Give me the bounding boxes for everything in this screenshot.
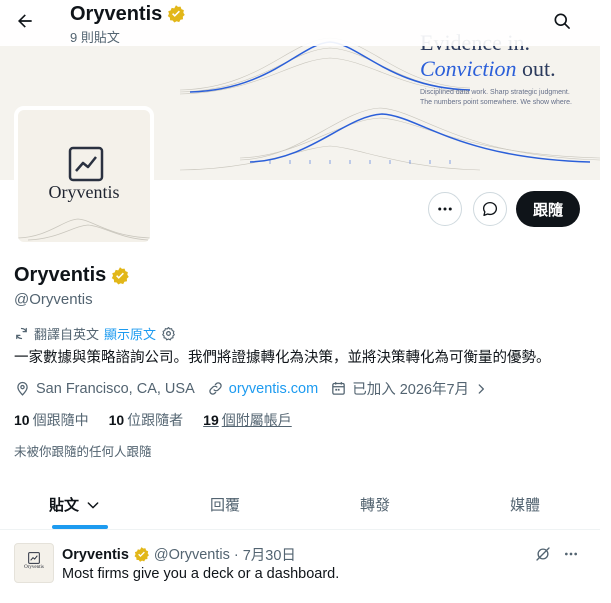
verified-badge-icon[interactable]: [110, 266, 130, 286]
back-button[interactable]: [8, 4, 42, 38]
header-name: Oryventis: [70, 3, 163, 25]
followers-stat[interactable]: 10 位跟隨者: [109, 410, 184, 430]
follow-stats-row: 10 個跟隨中 10 位跟隨者 19 個附屬帳戶: [14, 410, 292, 430]
followers-count: 10: [108, 412, 125, 428]
post-author-handle[interactable]: @Oryventis: [154, 547, 230, 563]
affiliates-label: 個附屬帳戶: [221, 412, 292, 428]
follow-button[interactable]: 跟隨: [516, 191, 580, 227]
location-text: San Francisco, CA, USA: [36, 380, 195, 397]
followers-label: 位跟隨者: [127, 412, 184, 428]
post-author-name[interactable]: Oryventis: [62, 547, 129, 563]
post-count: 9 則貼文: [70, 30, 120, 45]
avatar-wordmark: Oryventis: [48, 182, 120, 202]
top-bar: Oryventis 9 則貼文: [0, 0, 600, 46]
banner-headline-rest: out.: [516, 56, 556, 81]
post-avatar[interactable]: Oryventis: [14, 543, 54, 583]
following-count: 10: [14, 412, 30, 428]
active-tab-indicator: [52, 525, 108, 529]
chart-icon: [68, 146, 104, 182]
following-stat[interactable]: 10 個跟隨中: [14, 410, 89, 430]
tab-replies[interactable]: 回覆: [150, 480, 300, 529]
grok-icon: [536, 547, 550, 561]
translated-from-label: 翻譯自英文: [34, 327, 100, 342]
following-label: 個跟隨中: [32, 412, 89, 428]
website-link[interactable]: oryventis.com: [229, 381, 318, 397]
affiliates-count: 19: [203, 412, 219, 428]
tab-posts[interactable]: 貼文: [0, 480, 150, 529]
profile-name-row: Oryventis: [14, 264, 130, 287]
more-icon: [438, 207, 452, 211]
back-arrow-icon: [18, 14, 32, 28]
post-header: Oryventis @Oryventis · 7月30日: [62, 544, 296, 565]
grok-button[interactable]: [532, 543, 554, 565]
verified-badge-icon: [133, 546, 150, 563]
more-options-button[interactable]: [428, 192, 462, 226]
tab-media-label: 媒體: [509, 497, 540, 514]
tab-reposts[interactable]: 轉發: [300, 480, 450, 529]
tab-media[interactable]: 媒體: [450, 480, 600, 529]
location-item: San Francisco, CA, USA: [14, 380, 195, 397]
tab-reposts-label: 轉發: [359, 497, 390, 514]
link-icon: [209, 382, 222, 395]
settings-icon[interactable]: [161, 326, 176, 341]
post-text: Most firms give you a deck or a dashboar…: [62, 566, 340, 582]
profile-tabs: 貼文 回覆 轉發 媒體: [0, 480, 600, 530]
translate-icon: [16, 327, 27, 340]
post-avatar-wordmark: Oryventis: [24, 565, 44, 570]
profile-meta-row: San Francisco, CA, USA oryventis.com 已加入…: [14, 378, 500, 399]
post-date[interactable]: 7月30日: [243, 544, 296, 565]
not-followed-notice: 未被你跟隨的任何人跟隨: [14, 445, 152, 459]
tab-posts-label: 貼文: [48, 497, 79, 514]
show-original-link[interactable]: 顯示原文: [104, 324, 156, 343]
joined-text: 已加入 2026年7月: [352, 382, 470, 398]
search-icon: [554, 13, 570, 29]
banner-accent-word: Conviction: [420, 56, 517, 81]
chevron-right-icon: [478, 383, 485, 394]
translation-row: 翻譯自英文 顯示原文: [14, 324, 176, 343]
message-button[interactable]: [473, 192, 507, 226]
location-icon: [17, 381, 28, 396]
post-item[interactable]: Oryventis Oryventis @Oryventis · 7月30日 M…: [0, 531, 600, 603]
search-button[interactable]: [545, 4, 579, 38]
message-icon: [482, 201, 498, 217]
affiliates-stat[interactable]: 19 個附屬帳戶: [203, 410, 292, 430]
verified-badge-icon: [166, 4, 186, 24]
calendar-icon: [332, 382, 346, 395]
header-title-block: Oryventis 9 則貼文: [70, 2, 186, 46]
banner-tagline-1: Disciplined data work. Sharp strategic j…: [420, 89, 570, 96]
post-more-button[interactable]: [560, 543, 582, 565]
banner-tagline: Disciplined data work. Sharp strategic j…: [420, 88, 600, 108]
website-item: oryventis.com: [207, 380, 318, 397]
header-title: Oryventis: [70, 2, 186, 26]
chevron-down-icon[interactable]: [85, 497, 101, 513]
more-icon: [565, 552, 577, 556]
banner-tagline-2: The numbers point somewhere. We show whe…: [420, 99, 572, 106]
profile-bio: 一家數據與策略諮詢公司。我們將證據轉化為決策，並將決策轉化為可衡量的優勢。: [14, 350, 551, 366]
chart-icon: [28, 552, 40, 564]
profile-handle: @Oryventis: [14, 291, 93, 308]
avatar-wave-graphic: [18, 218, 150, 241]
banner-headline-2: Conviction out.: [420, 56, 556, 82]
profile-avatar[interactable]: Oryventis: [14, 106, 154, 246]
profile-name: Oryventis: [14, 264, 107, 286]
joined-item[interactable]: 已加入 2026年7月: [330, 378, 488, 399]
tab-replies-label: 回覆: [209, 497, 240, 514]
post-separator: ·: [233, 546, 239, 563]
